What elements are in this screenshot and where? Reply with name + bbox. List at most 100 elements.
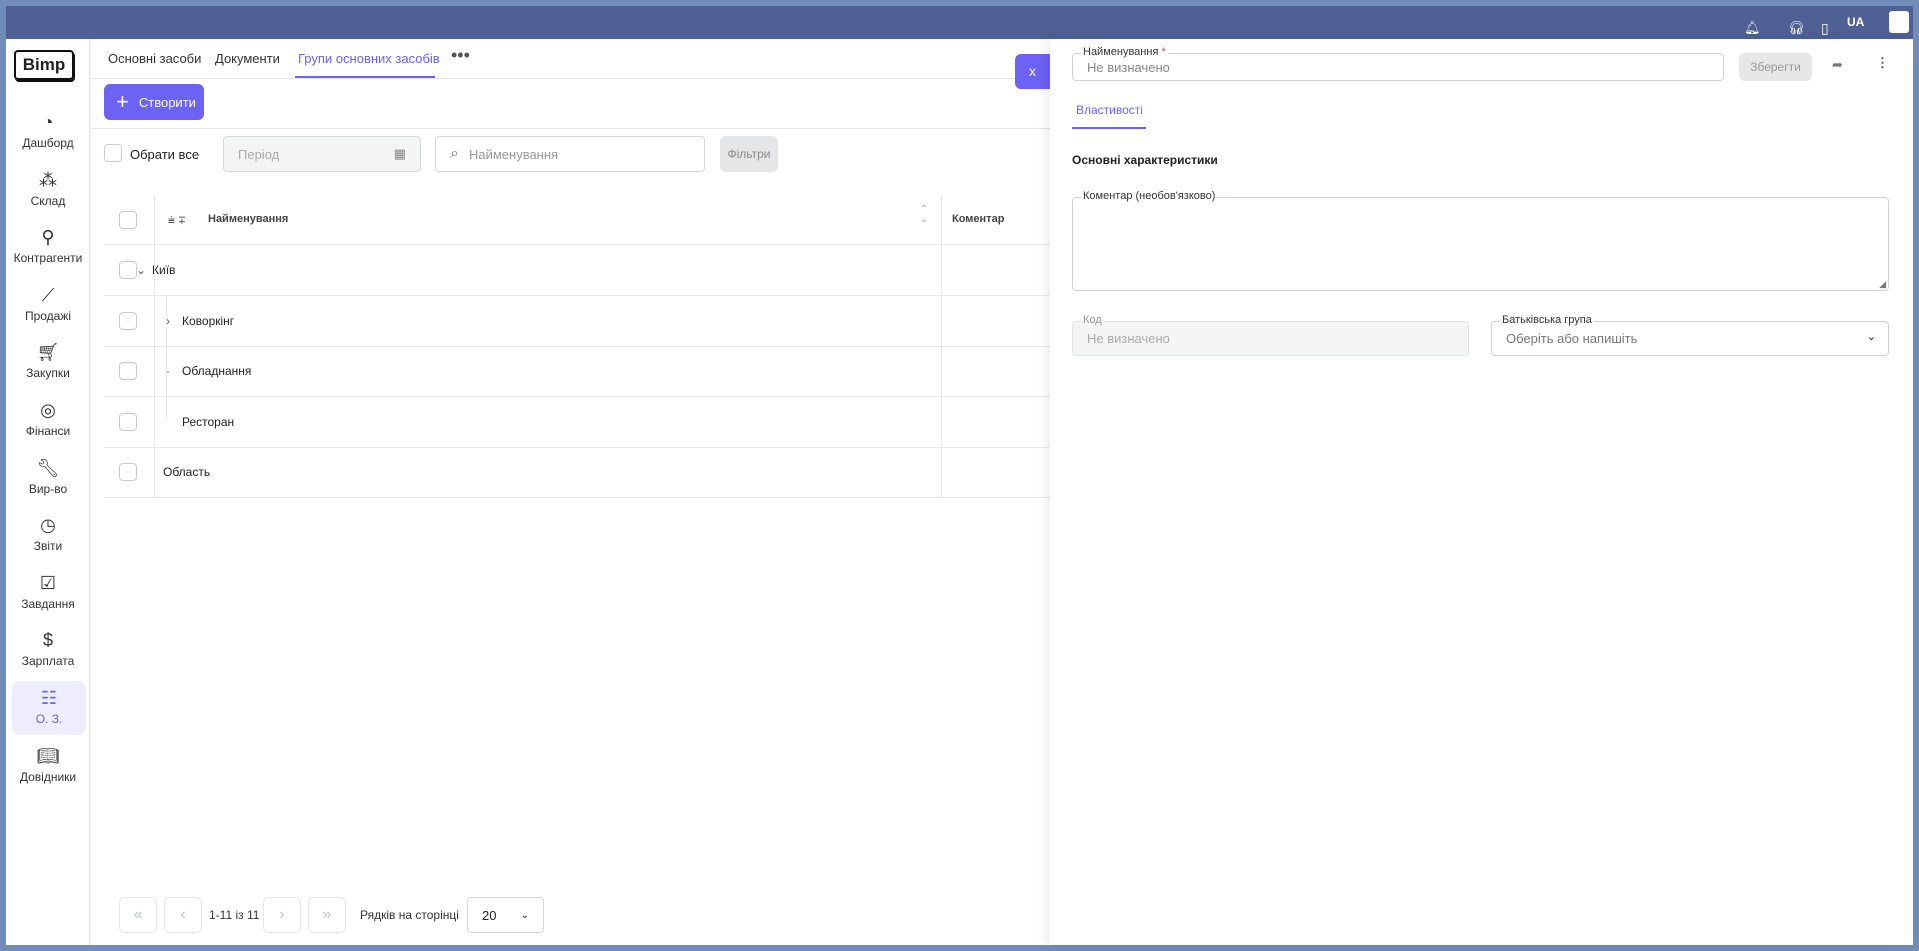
book-icon[interactable]: ▯ bbox=[1821, 20, 1829, 37]
chevron-down-icon[interactable]: ⌄ bbox=[136, 263, 146, 277]
code-label: Код bbox=[1081, 314, 1104, 326]
row-checkbox[interactable] bbox=[119, 412, 137, 431]
prev-page-button[interactable]: ‹ bbox=[164, 897, 202, 933]
rows-per-page-select[interactable]: 20 ⌄ bbox=[467, 897, 544, 933]
detail-panel: Найменування * Не визначено Зберегти ➦ ⋮… bbox=[1050, 39, 1913, 945]
row-checkbox[interactable] bbox=[119, 362, 137, 381]
sidebar-item-7[interactable]: ◷ Звіти bbox=[6, 508, 90, 562]
sidebar-item-label: Вир-во bbox=[28, 481, 68, 496]
sidebar-item-label: Продажі bbox=[24, 308, 72, 323]
section-title: Основні характеристики bbox=[1072, 153, 1218, 167]
wrench-icon: 🔧︎ bbox=[36, 457, 60, 478]
plus-icon: + bbox=[116, 89, 129, 114]
table-row[interactable]: › Коворкінг bbox=[104, 296, 1051, 347]
sidebar-item-1[interactable]: ⁂ Склад bbox=[6, 163, 90, 217]
sidebar-item-label: Дашборд bbox=[22, 136, 74, 150]
sidebar-item-10[interactable]: ☷ О. З. bbox=[12, 681, 86, 735]
sidebar-item-6[interactable]: 🔧︎ Вир-во bbox=[6, 451, 90, 505]
sidebar-item-label: Склад bbox=[30, 193, 66, 208]
sidebar-item-2[interactable]: ⚲ Контрагенти bbox=[6, 220, 90, 274]
comment-textarea[interactable]: Коментар (необов'язково) ◢ bbox=[1072, 190, 1889, 291]
sidebar-item-5[interactable]: ◎ Фінанси bbox=[6, 393, 90, 447]
sidebar-item-3[interactable]: ⟋ Продажі bbox=[6, 278, 90, 332]
row-checkbox[interactable] bbox=[119, 261, 137, 279]
name-label: Найменування bbox=[1083, 46, 1159, 58]
code-field: Код Не визначено bbox=[1072, 314, 1469, 356]
tree-line bbox=[166, 297, 167, 421]
groups-table: ⩧ ∓ Найменування ⌃ ⌄ Коментар ⌄ Київ › Ковор… bbox=[104, 195, 1051, 940]
tab-fixed-assets[interactable]: Основні засоби bbox=[108, 51, 201, 66]
dollar-icon: $ bbox=[42, 630, 53, 651]
more-menu-icon[interactable]: ⋮ bbox=[1876, 55, 1889, 71]
column-header-name[interactable]: Найменування bbox=[208, 213, 288, 225]
sidebar-item-label: Звіти bbox=[33, 539, 63, 554]
sort-icon[interactable]: ⌃ ⌄ bbox=[920, 205, 928, 225]
resize-handle-icon[interactable]: ◢ bbox=[1879, 279, 1886, 290]
sidebar-item-label: Довідники bbox=[19, 769, 77, 784]
next-page-button[interactable]: › bbox=[263, 897, 301, 933]
select-all-checkbox[interactable] bbox=[104, 144, 122, 162]
avatar[interactable] bbox=[1889, 11, 1909, 33]
table-row[interactable]: · Обладнання bbox=[104, 346, 1051, 398]
save-button[interactable]: Зберегти bbox=[1739, 53, 1812, 81]
column-divider bbox=[154, 195, 155, 497]
table-header: ⩧ ∓ Найменування ⌃ ⌄ Коментар bbox=[104, 195, 1051, 245]
column-divider bbox=[941, 195, 942, 497]
parent-group-label: Батьківська група bbox=[1500, 314, 1594, 326]
sidebar-item-label: О. З. bbox=[35, 712, 63, 726]
chevron-down-icon: ⌄ bbox=[520, 909, 529, 921]
first-page-button[interactable]: « bbox=[119, 897, 157, 933]
divider bbox=[91, 78, 1051, 79]
sidebar-item-4[interactable]: 🛒︎ Закупки bbox=[6, 335, 90, 389]
share-icon[interactable]: ➦ bbox=[1832, 57, 1843, 73]
name-field[interactable]: Найменування * Не визначено bbox=[1072, 46, 1724, 81]
expand-collapse-icon[interactable]: ⩧ ∓ bbox=[168, 213, 185, 228]
row-name: Область bbox=[163, 465, 211, 480]
more-tabs-icon[interactable]: ••• bbox=[451, 45, 470, 66]
required-mark: * bbox=[1161, 46, 1166, 58]
sidebar-item-8[interactable]: ☑ Завдання bbox=[6, 566, 90, 620]
table-row[interactable]: Ресторан bbox=[104, 397, 1051, 448]
row-name: Коворкінг bbox=[182, 313, 235, 328]
last-page-button[interactable]: » bbox=[308, 897, 346, 933]
row-checkbox[interactable] bbox=[119, 311, 137, 330]
logo[interactable]: Bimp bbox=[14, 50, 74, 80]
chevron-down-icon: ⌄ bbox=[1866, 331, 1876, 343]
header-checkbox[interactable] bbox=[119, 211, 137, 229]
row-checkbox[interactable] bbox=[119, 463, 137, 482]
sidebar-item-11[interactable]: 📖︎ Довідники bbox=[6, 739, 90, 793]
filters-button[interactable]: Фільтри bbox=[720, 136, 778, 172]
code-placeholder: Не визначено bbox=[1087, 331, 1170, 346]
tab-properties[interactable]: Властивості bbox=[1076, 103, 1143, 117]
chart-line-icon: ⟋ bbox=[41, 284, 55, 305]
sidebar-item-label: Контрагенти bbox=[13, 251, 83, 266]
period-input[interactable]: Період ▦ bbox=[223, 136, 421, 172]
calendar-icon: ▦ bbox=[393, 146, 406, 161]
sidebar-item-9[interactable]: $ Зарплата bbox=[6, 623, 90, 677]
top-bar: 🔔︎ 🎧︎ ▯ UA bbox=[6, 6, 1913, 39]
table-row[interactable]: Область bbox=[104, 447, 1051, 499]
tab-asset-groups[interactable]: Групи основних засобів bbox=[298, 51, 440, 66]
bell-icon[interactable]: 🔔︎ bbox=[1744, 20, 1761, 36]
row-name: Ресторан bbox=[182, 414, 235, 429]
cart-icon: 🛒︎ bbox=[36, 342, 60, 363]
headset-icon[interactable]: 🎧︎ bbox=[1788, 20, 1805, 36]
sidebar-item-0[interactable]: ◔ Дашборд bbox=[6, 105, 90, 159]
search-icon: ⌕ bbox=[450, 145, 459, 162]
comment-label: Коментар (необов'язково) bbox=[1081, 190, 1218, 202]
rows-per-page-label: Рядків на сторінці bbox=[360, 908, 459, 922]
close-panel-button[interactable]: x bbox=[1015, 54, 1050, 89]
tab-documents[interactable]: Документи bbox=[215, 51, 280, 66]
table-row[interactable]: ⌄ Київ bbox=[104, 245, 1051, 296]
pie-icon: ◷ bbox=[40, 515, 56, 536]
create-button[interactable]: + Створити bbox=[104, 84, 204, 120]
search-input[interactable]: ⌕ Найменування bbox=[435, 136, 705, 172]
sidebar-item-label: Зарплата bbox=[21, 654, 75, 669]
column-header-comment[interactable]: Коментар bbox=[952, 213, 1004, 225]
page-range: 1-11 із 11 bbox=[209, 908, 260, 922]
language-switch[interactable]: UA bbox=[1847, 15, 1864, 29]
boxes-icon: ⁂ bbox=[39, 169, 57, 190]
coins-icon: ◎ bbox=[40, 400, 56, 420]
select-all-label: Обрати все bbox=[130, 147, 200, 162]
parent-group-select[interactable]: Батьківська група Оберіть або напишіть ⌄ bbox=[1491, 314, 1889, 356]
